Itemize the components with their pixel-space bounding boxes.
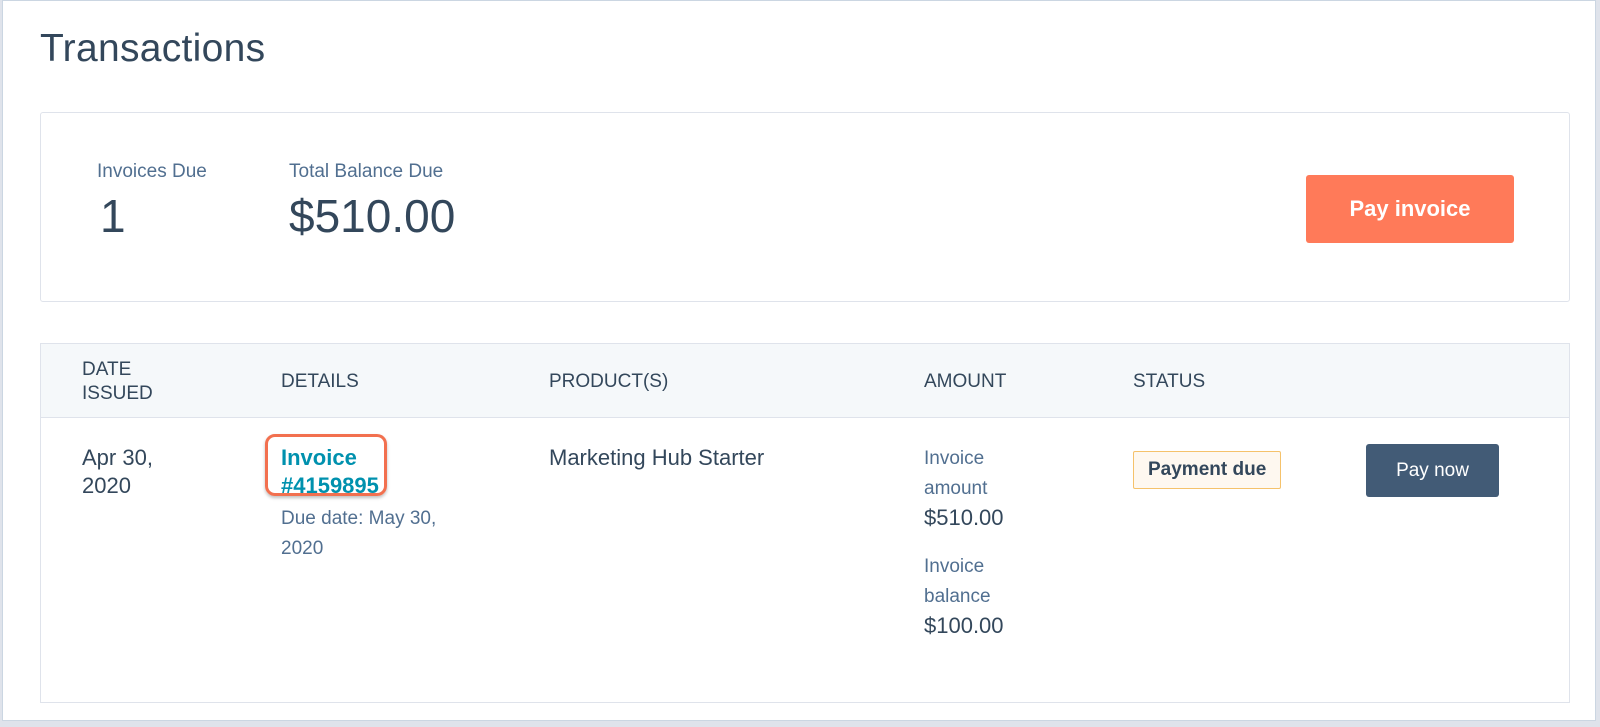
invoice-balance-value: $100.00 [924,613,1004,638]
due-date: Due date: May 30, 2020 [281,508,437,559]
table-header: DATE ISSUED DETAILS PRODUCT(S) AMOUNT ST… [41,344,1569,418]
pay-now-button[interactable]: Pay now [1366,444,1499,497]
column-header-products: PRODUCT(S) [549,371,669,392]
pay-invoice-button[interactable]: Pay invoice [1306,175,1514,243]
invoices-due-value: 1 [100,190,126,242]
transactions-table: DATE ISSUED DETAILS PRODUCT(S) AMOUNT ST… [40,343,1570,703]
column-header-amount: AMOUNT [924,371,1007,392]
column-header-date-issued: DATE ISSUED [82,359,153,404]
product-cell: Marketing Hub Starter [549,445,765,470]
column-header-details: DETAILS [281,371,359,392]
invoice-balance-label: Invoice balance [924,556,991,607]
total-balance-stat: Total Balance Due $510.00 [289,161,455,243]
invoice-amount-value: $510.00 [924,505,1004,530]
invoices-due-label: Invoices Due [97,161,207,182]
date-issued-cell: Apr 30, 2020 [82,445,153,498]
invoice-link[interactable]: Invoice #4159895 [281,444,411,500]
invoice-amount-label: Invoice amount [924,448,988,499]
invoice-amount-block: Invoice amount $510.00 [924,444,1074,532]
invoice-balance-block: Invoice balance $100.00 [924,552,1074,640]
details-cell: Invoice #4159895 Due date: May 30, 2020 [265,434,481,564]
transactions-window: Transactions Invoices Due 1 Total Balanc… [2,0,1596,721]
invoices-due-stat: Invoices Due 1 [97,161,207,243]
summary-card: Invoices Due 1 Total Balance Due $510.00… [40,112,1570,302]
amount-cell: Invoice amount $510.00 Invoice balance $… [924,444,1074,640]
total-balance-value: $510.00 [289,190,456,242]
page-title: Transactions [40,27,266,70]
status-badge: Payment due [1133,451,1282,489]
total-balance-label: Total Balance Due [289,161,444,182]
column-header-status: STATUS [1133,371,1206,392]
